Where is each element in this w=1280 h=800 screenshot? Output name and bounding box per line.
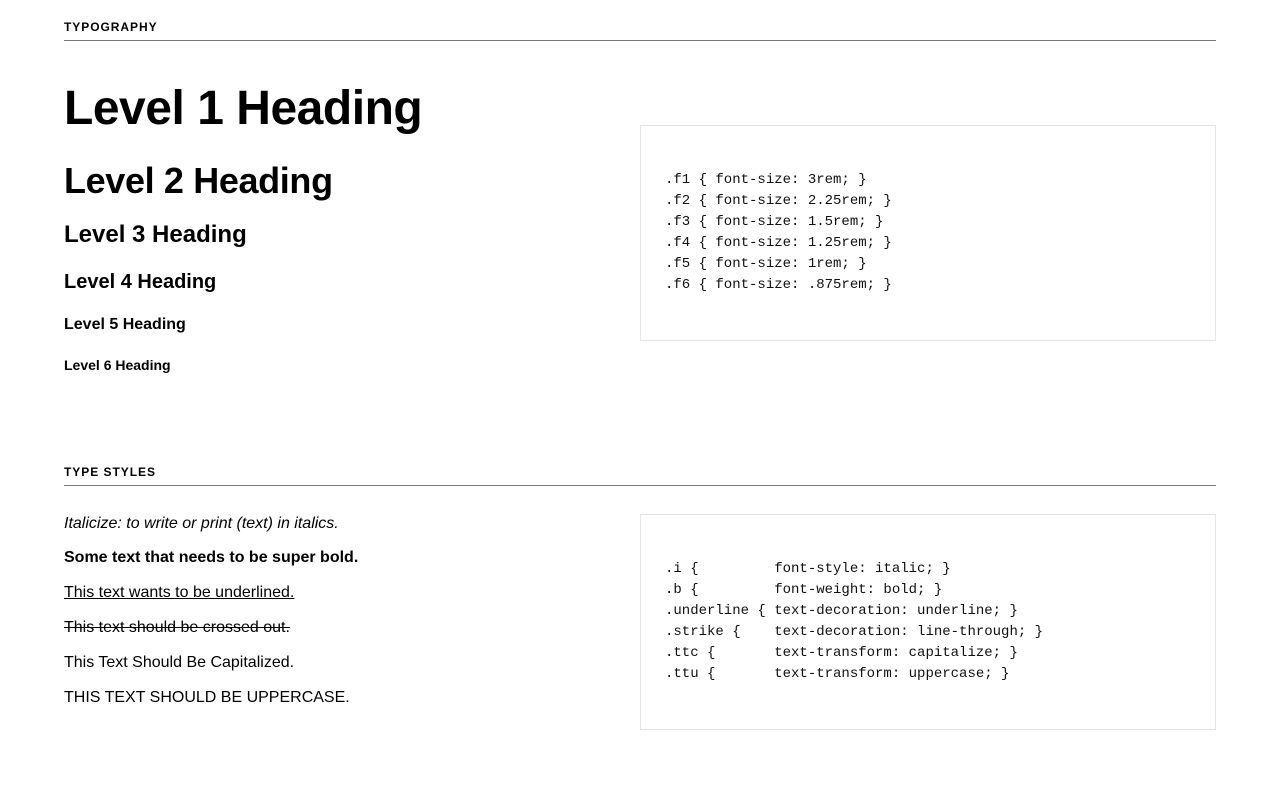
section-label-typography: Typography [64, 20, 1216, 34]
section-rule [64, 485, 1216, 486]
example-strike: This text should be crossed out. [64, 618, 616, 639]
heading-level-2: Level 2 Heading [64, 160, 616, 201]
heading-level-3: Level 3 Heading [64, 221, 616, 250]
example-bold: Some text that needs to be super bold. [64, 548, 616, 569]
typography-code-block: .f1 { font-size: 3rem; } .f2 { font-size… [640, 125, 1216, 341]
typography-code-column: .f1 { font-size: 3rem; } .f2 { font-size… [640, 65, 1216, 355]
type-styles-code-block: .i { font-style: italic; } .b { font-wei… [640, 514, 1216, 730]
section-label-type-styles: Type Styles [64, 465, 1216, 479]
example-italic: Italicize: to write or print (text) in i… [64, 514, 616, 535]
heading-level-4: Level 4 Heading [64, 270, 616, 295]
example-underline: This text wants to be underlined. [64, 583, 616, 604]
type-styles-row: Italicize: to write or print (text) in i… [64, 514, 1216, 744]
example-capitalize: this text should be capitalized. [64, 653, 616, 674]
heading-level-5: Level 5 Heading [64, 315, 616, 336]
type-styles-code-column: .i { font-style: italic; } .b { font-wei… [640, 514, 1216, 744]
headings-column: Level 1 Heading Level 2 Heading Level 3 … [64, 65, 640, 395]
heading-level-1: Level 1 Heading [64, 83, 616, 136]
section-rule [64, 40, 1216, 41]
typography-row: Level 1 Heading Level 2 Heading Level 3 … [64, 65, 1216, 395]
type-styles-column: Italicize: to write or print (text) in i… [64, 514, 640, 723]
heading-level-6: Level 6 Heading [64, 356, 616, 375]
section-spacer [64, 395, 1216, 465]
example-uppercase: This text should be uppercase. [64, 688, 616, 709]
